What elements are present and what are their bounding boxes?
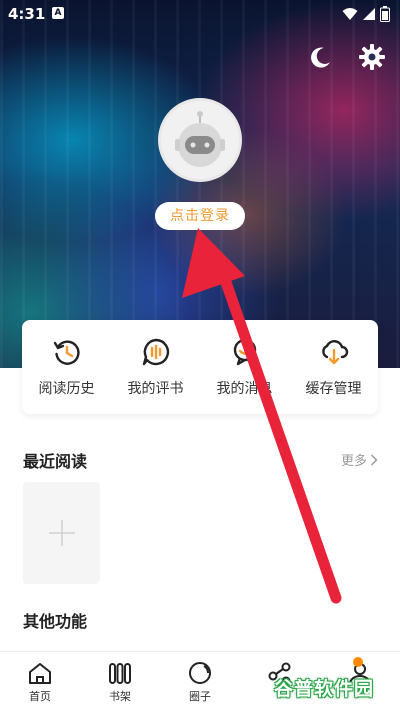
card-item-label: 我的评书	[127, 381, 184, 397]
my-messages-button[interactable]: 我的消息	[200, 320, 289, 414]
nav-home[interactable]: 首页	[0, 652, 80, 712]
nav-label: 书架	[109, 690, 131, 703]
robot-avatar-icon	[175, 111, 225, 167]
profile-hero-background	[0, 0, 400, 368]
home-icon	[29, 663, 51, 684]
recent-reading-title: 最近阅读	[23, 452, 88, 471]
notification-badge-icon: A	[52, 7, 64, 19]
my-reviews-button[interactable]: 我的评书	[111, 320, 200, 414]
circle-icon	[189, 662, 211, 684]
avatar[interactable]	[158, 98, 242, 182]
plus-icon	[48, 520, 75, 546]
login-button[interactable]: 点击登录	[155, 202, 245, 230]
nav-label: 圈子	[189, 690, 211, 703]
nav-label: 首页	[29, 690, 51, 703]
message-icon	[233, 338, 256, 366]
status-indicators	[342, 6, 390, 22]
cache-management-button[interactable]: 缓存管理	[289, 320, 378, 414]
signal-icon	[363, 8, 375, 20]
add-book-button[interactable]	[23, 482, 100, 584]
notification-dot	[353, 657, 363, 667]
battery-icon	[380, 6, 390, 22]
moon-icon	[311, 47, 330, 68]
bookshelf-icon	[109, 663, 131, 684]
watermark-logo: 谷普软件园	[274, 678, 375, 700]
history-icon	[53, 340, 80, 365]
settings-button[interactable]	[358, 43, 386, 71]
status-bar: 4:31 A	[0, 0, 400, 28]
more-link[interactable]: 更多	[341, 450, 378, 469]
review-icon	[142, 338, 169, 366]
gear-icon	[359, 44, 385, 70]
more-label: 更多	[340, 454, 367, 469]
card-item-label: 阅读历史	[38, 381, 95, 397]
reading-history-button[interactable]: 阅读历史	[22, 320, 111, 414]
other-features-title: 其他功能	[23, 612, 88, 631]
chevron-right-icon	[370, 453, 378, 466]
wifi-icon	[342, 8, 358, 20]
card-item-label: 缓存管理	[305, 381, 362, 397]
nav-bookshelf[interactable]: 书架	[80, 652, 160, 712]
card-item-label: 我的消息	[216, 381, 273, 397]
night-mode-button[interactable]	[306, 44, 334, 72]
cache-icon	[321, 340, 348, 365]
nav-circle[interactable]: 圈子	[160, 652, 240, 712]
status-time: 4:31	[8, 5, 46, 23]
quick-actions-card: 阅读历史 我的评书 我的消息 缓存管理	[22, 320, 378, 414]
